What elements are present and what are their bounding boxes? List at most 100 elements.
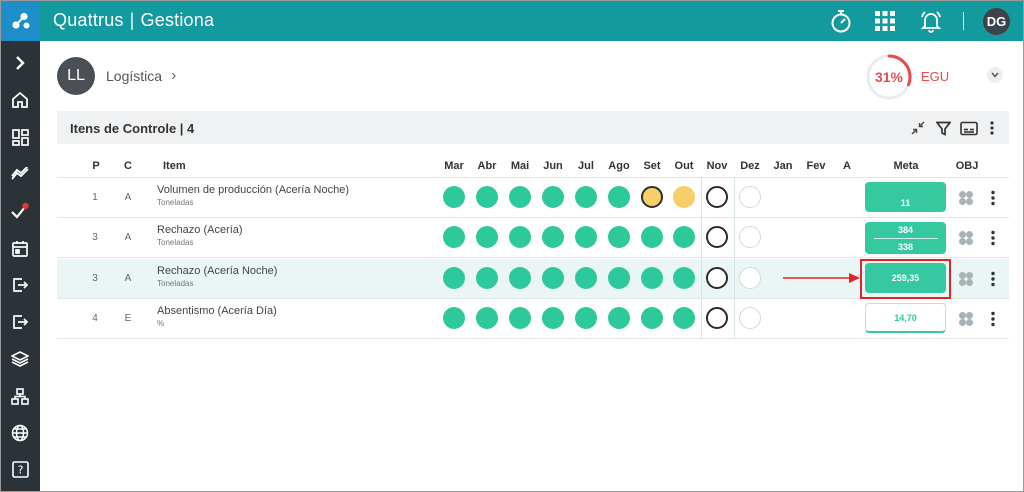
objective-icon[interactable] — [958, 311, 974, 327]
filter-icon[interactable] — [934, 119, 952, 137]
col-header-c[interactable]: C — [121, 160, 135, 172]
status-dot-jul[interactable] — [575, 307, 597, 329]
stopwatch-icon[interactable] — [828, 8, 854, 34]
row-more-icon[interactable] — [990, 311, 996, 327]
col-header-month[interactable]: Fev — [803, 160, 829, 172]
status-dot-out[interactable] — [673, 307, 695, 329]
col-header-p[interactable]: P — [89, 160, 103, 172]
status-dot-ago[interactable] — [608, 307, 630, 329]
status-dot-mai[interactable] — [509, 267, 531, 289]
col-header-month[interactable]: Jan — [770, 160, 796, 172]
status-dot-mai[interactable] — [509, 186, 531, 208]
collapse-arrows-icon[interactable] — [909, 119, 927, 137]
help-icon[interactable]: ? — [8, 457, 32, 481]
status-dot-nov[interactable] — [706, 267, 728, 289]
col-header-item[interactable]: Item — [163, 160, 193, 172]
status-dot-set[interactable] — [641, 307, 663, 329]
col-header-month[interactable]: Abr — [474, 160, 500, 172]
status-dot-nov[interactable] — [706, 307, 728, 329]
status-dot-jun[interactable] — [542, 186, 564, 208]
status-dot-abr[interactable] — [476, 267, 498, 289]
status-dot-jul[interactable] — [575, 186, 597, 208]
row-priority: 3 — [92, 232, 98, 243]
col-header-obj[interactable]: OBJ — [953, 160, 981, 172]
meta-value-box[interactable]: 11 — [865, 182, 946, 212]
status-dot-set[interactable] — [641, 226, 663, 248]
area-avatar[interactable]: LL — [57, 57, 95, 95]
expand-chevron-icon[interactable] — [8, 51, 32, 75]
status-dot-ago[interactable] — [608, 186, 630, 208]
col-header-a[interactable]: A — [839, 160, 855, 172]
calendar-icon[interactable] — [8, 236, 32, 260]
status-dot-abr[interactable] — [476, 307, 498, 329]
status-dot-nov[interactable] — [706, 226, 728, 248]
col-header-month[interactable]: Nov — [704, 160, 730, 172]
col-header-month[interactable]: Out — [671, 160, 697, 172]
col-header-month[interactable]: Jul — [573, 160, 599, 172]
subtitles-icon[interactable] — [959, 119, 979, 137]
row-item-name[interactable]: Volumen de producción (Acería Noche) — [157, 184, 349, 196]
trend-icon[interactable] — [8, 162, 32, 186]
status-dot-ago[interactable] — [608, 226, 630, 248]
breadcrumb-label[interactable]: Logística — [106, 68, 162, 84]
row-item-name[interactable]: Absentismo (Acería Día) — [157, 305, 277, 317]
row-item-name[interactable]: Rechazo (Acería Noche) — [157, 265, 277, 277]
status-dot-dez[interactable] — [739, 267, 761, 289]
status-dot-mar[interactable] — [443, 186, 465, 208]
status-dot-abr[interactable] — [476, 226, 498, 248]
row-more-icon[interactable] — [990, 230, 996, 246]
status-dot-jun[interactable] — [542, 267, 564, 289]
home-icon[interactable] — [8, 88, 32, 112]
row-item-name[interactable]: Rechazo (Acería) — [157, 224, 243, 236]
bell-icon[interactable] — [918, 8, 944, 34]
status-dot-dez[interactable] — [739, 307, 761, 329]
status-dot-out[interactable] — [673, 267, 695, 289]
status-dot-set[interactable] — [641, 186, 663, 208]
status-dot-set[interactable] — [641, 267, 663, 289]
login-icon[interactable] — [8, 273, 32, 297]
status-dot-jul[interactable] — [575, 226, 597, 248]
user-avatar[interactable]: DG — [983, 8, 1010, 35]
app-logo-icon[interactable] — [1, 1, 40, 41]
col-header-month[interactable]: Mai — [507, 160, 533, 172]
status-dot-jul[interactable] — [575, 267, 597, 289]
status-dot-abr[interactable] — [476, 186, 498, 208]
col-header-month[interactable]: Ago — [606, 160, 632, 172]
col-header-month[interactable]: Mar — [441, 160, 467, 172]
globe-icon[interactable] — [8, 421, 32, 445]
status-dot-mai[interactable] — [509, 307, 531, 329]
dashboard-icon[interactable] — [8, 125, 32, 149]
status-dot-dez[interactable] — [739, 186, 761, 208]
tasks-check-icon[interactable] — [8, 199, 32, 223]
col-header-month[interactable]: Jun — [540, 160, 566, 172]
section-more-icon[interactable] — [987, 119, 997, 137]
status-dot-jun[interactable] — [542, 307, 564, 329]
col-header-month[interactable]: Set — [639, 160, 665, 172]
logout-icon[interactable] — [8, 310, 32, 334]
status-dot-mar[interactable] — [443, 307, 465, 329]
objective-icon[interactable] — [958, 271, 974, 287]
breadcrumb-chevron-icon[interactable]: › — [171, 67, 176, 85]
layers-icon[interactable] — [8, 347, 32, 371]
meta-value-box[interactable]: 384 338 — [865, 222, 946, 254]
row-more-icon[interactable] — [990, 271, 996, 287]
status-dot-mar[interactable] — [443, 226, 465, 248]
collapse-chevron-icon[interactable] — [987, 67, 1003, 83]
status-dot-out[interactable] — [673, 186, 695, 208]
status-dot-mai[interactable] — [509, 226, 531, 248]
apps-grid-icon[interactable] — [872, 8, 898, 34]
status-dot-dez[interactable] — [739, 226, 761, 248]
org-chart-icon[interactable] — [8, 384, 32, 408]
row-more-icon[interactable] — [990, 190, 996, 206]
col-header-month[interactable]: Dez — [737, 160, 763, 172]
status-dot-nov[interactable] — [706, 186, 728, 208]
status-dot-out[interactable] — [673, 226, 695, 248]
objective-icon[interactable] — [958, 190, 974, 206]
col-header-meta[interactable]: Meta — [881, 160, 931, 172]
annotation-arrow-icon — [783, 273, 860, 283]
status-dot-mar[interactable] — [443, 267, 465, 289]
status-dot-jun[interactable] — [542, 226, 564, 248]
meta-value-box[interactable]: 14,70 — [865, 303, 946, 333]
objective-icon[interactable] — [958, 230, 974, 246]
status-dot-ago[interactable] — [608, 267, 630, 289]
